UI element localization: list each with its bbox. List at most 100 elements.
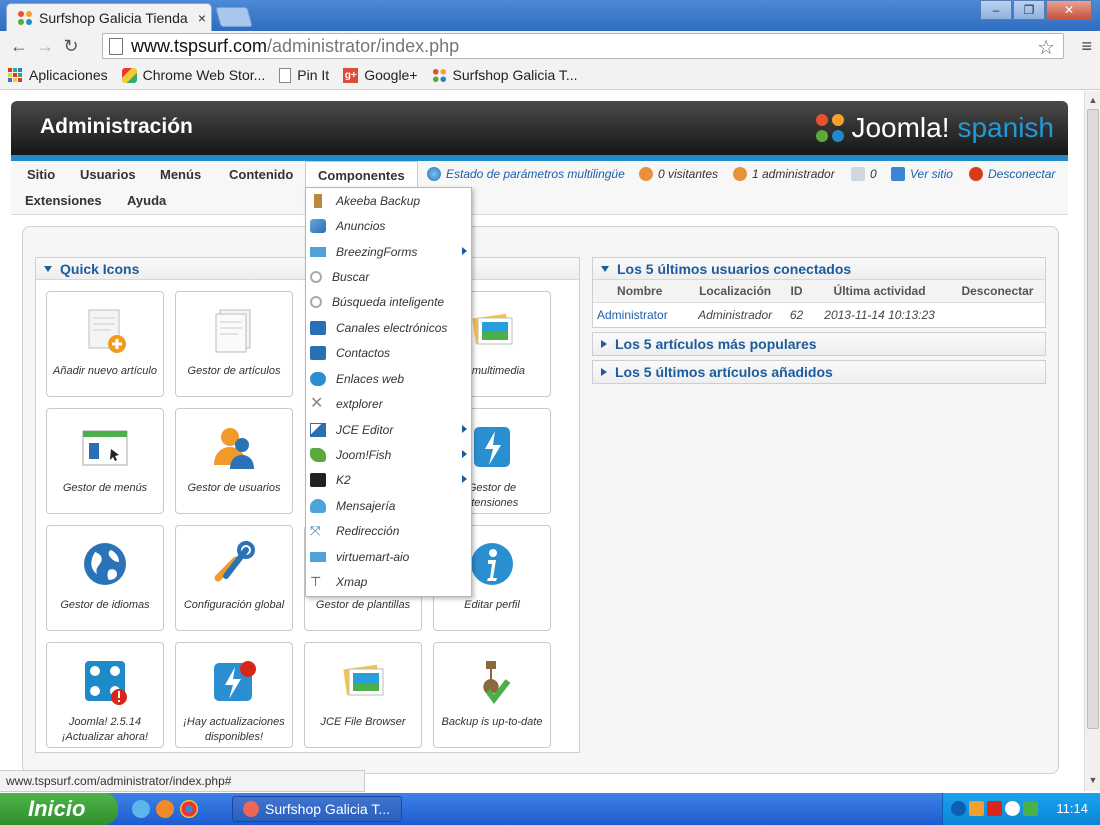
bookmark-star-icon[interactable]: ☆: [1037, 35, 1055, 60]
popular-articles-header[interactable]: Los 5 artículos más populares: [593, 333, 1045, 355]
tray-pdf-icon[interactable]: [987, 801, 1002, 816]
quick-icon-user-manager[interactable]: Gestor de usuarios: [175, 408, 293, 514]
page-scrollbar[interactable]: ▲ ▼: [1084, 91, 1100, 791]
scroll-down-icon[interactable]: ▼: [1087, 775, 1099, 787]
sitemap-icon: ⊤: [310, 573, 322, 589]
tray-star-icon[interactable]: [1005, 801, 1020, 816]
menu-item-k2[interactable]: K2: [306, 467, 471, 492]
latest-users-header[interactable]: Los 5 últimos usuarios conectados: [593, 258, 1045, 280]
expand-icon: [601, 340, 607, 348]
quick-icon-label: Gestor de usuarios: [187, 482, 281, 494]
tray-check-icon[interactable]: [1023, 801, 1038, 816]
menu-item-anuncios[interactable]: Anuncios: [306, 213, 471, 238]
minimize-icon[interactable]: –: [980, 0, 1012, 20]
user-name-link[interactable]: Administrator: [593, 303, 686, 328]
multilang-status-link[interactable]: Estado de parámetros multilingüe: [427, 167, 625, 181]
menu-item-virtuemart[interactable]: virtuemart-aio: [306, 544, 471, 569]
menu-item-canales[interactable]: Canales electrónicos: [306, 315, 471, 340]
tray-arrow-icon[interactable]: [951, 801, 966, 816]
ie-icon[interactable]: [132, 800, 150, 818]
menu-item-xmap[interactable]: ⊤ Xmap: [306, 569, 471, 594]
close-window-icon[interactable]: ✕: [1046, 0, 1092, 20]
forward-icon[interactable]: →: [32, 36, 58, 57]
menu-item-redireccion[interactable]: ⤧ Redirección: [306, 518, 471, 543]
menu-item-akeeba-backup[interactable]: Akeeba Backup: [306, 188, 471, 213]
view-site-link[interactable]: Ver sitio: [891, 167, 953, 181]
new-tab-button[interactable]: [215, 7, 253, 27]
joomla-favicon-icon: [17, 10, 33, 26]
admins-status: 1 administrador: [733, 167, 835, 181]
latest-articles-header[interactable]: Los 5 últimos artículos añadidos: [593, 361, 1045, 383]
latest-users-panel: Los 5 últimos usuarios conectados Nombre…: [592, 257, 1046, 328]
firefox-icon[interactable]: [156, 800, 174, 818]
browser-tab[interactable]: Surfshop Galicia Tienda ×: [6, 3, 212, 31]
menu-item-joomfish[interactable]: Joom!Fish: [306, 442, 471, 467]
chrome-icon: [243, 801, 259, 817]
quick-icon-add-article[interactable]: Añadir nuevo artículo: [46, 291, 164, 397]
chrome-menu-icon[interactable]: ≡: [1081, 36, 1092, 57]
address-bar[interactable]: www.tspsurf.com/administrator/index.php …: [102, 33, 1064, 59]
menu-item-busqueda-inteligente[interactable]: Búsqueda inteligente: [306, 289, 471, 314]
bookmark-pin-it[interactable]: Pin It: [279, 67, 329, 83]
logo-language: spanish: [957, 112, 1054, 143]
menu-item-label: Contactos: [336, 345, 391, 360]
quick-icon-updates[interactable]: ¡Hay actualizaciones disponibles!: [175, 642, 293, 748]
messages-status[interactable]: 0: [851, 167, 877, 181]
quick-icon-backup[interactable]: Backup is up-to-date: [433, 642, 551, 748]
window-controls: – ❐ ✕: [979, 0, 1092, 20]
messaging-icon: [310, 498, 326, 513]
menu-item-extplorer[interactable]: ✕ extplorer: [306, 391, 471, 416]
article-manager-icon: [210, 306, 258, 354]
menu-item-contactos[interactable]: Contactos: [306, 340, 471, 365]
apps-grid-icon: [8, 67, 23, 83]
quick-icon-global-config[interactable]: Configuración global: [175, 525, 293, 631]
joomla-favicon-icon: [432, 68, 447, 83]
bookmark-chrome-store[interactable]: Chrome Web Stor...: [121, 67, 265, 83]
menu-ayuda[interactable]: Ayuda: [127, 193, 166, 208]
menu-sitio[interactable]: Sitio: [27, 167, 55, 182]
profile-icon: [468, 540, 516, 588]
menu-menus[interactable]: Menús: [160, 167, 201, 182]
start-button[interactable]: Inicio: [0, 793, 118, 825]
scroll-up-icon[interactable]: ▲: [1087, 95, 1099, 107]
menu-item-breezingforms[interactable]: BreezingForms: [306, 239, 471, 264]
restore-icon[interactable]: ❐: [1013, 0, 1045, 20]
table-cell[interactable]: [950, 303, 1045, 328]
reload-icon[interactable]: ↻: [58, 36, 84, 57]
menu-item-jce-editor[interactable]: JCE Editor: [306, 417, 471, 442]
quick-icon-label: Gestor de artículos: [187, 365, 281, 377]
menu-item-label: extplorer: [336, 396, 383, 411]
close-tab-icon[interactable]: ×: [193, 10, 211, 26]
menu-usuarios[interactable]: Usuarios: [80, 167, 136, 182]
quick-icon-jce-file-browser[interactable]: JCE File Browser: [304, 642, 422, 748]
joomla-update-icon: [81, 657, 129, 705]
menu-item-buscar[interactable]: Buscar: [306, 264, 471, 289]
menu-item-mensajeria[interactable]: Mensajería: [306, 493, 471, 518]
bookmark-surfshop[interactable]: Surfshop Galicia T...: [432, 67, 578, 83]
tray-app-icon[interactable]: [969, 801, 984, 816]
menu-item-enlaces-web[interactable]: Enlaces web: [306, 366, 471, 391]
quick-icon-joomla-update[interactable]: Joomla! 2.5.14 ¡Actualizar ahora!: [46, 642, 164, 748]
menu-item-label: JCE Editor: [336, 422, 394, 437]
quick-icon-article-manager[interactable]: Gestor de artículos: [175, 291, 293, 397]
quick-icon-menu-manager[interactable]: Gestor de menús: [46, 408, 164, 514]
config-icon: [210, 540, 258, 588]
bookmark-label: Surfshop Galicia T...: [452, 67, 578, 83]
table-cell: Administrador: [698, 308, 773, 322]
taskbar-window-button[interactable]: Surfshop Galicia T...: [232, 796, 402, 822]
menu-extensiones[interactable]: Extensiones: [25, 193, 102, 208]
menu-contenido[interactable]: Contenido: [229, 167, 293, 182]
bookmark-apps[interactable]: Aplicaciones: [8, 67, 108, 83]
quick-icon-label: Editar perfil: [464, 599, 520, 611]
back-icon[interactable]: ←: [6, 36, 32, 57]
mail-icon: [851, 167, 865, 181]
menu-componentes[interactable]: Componentes: [305, 161, 418, 189]
chrome-icon[interactable]: [180, 800, 198, 818]
logout-link[interactable]: Desconectar: [969, 167, 1055, 181]
scroll-thumb[interactable]: [1087, 109, 1099, 729]
quick-icon-language-manager[interactable]: Gestor de idiomas: [46, 525, 164, 631]
bookmark-google-plus[interactable]: g+ Google+: [343, 67, 418, 83]
menu-item-label: Búsqueda inteligente: [332, 294, 445, 309]
language-icon: [81, 540, 129, 588]
weblinks-icon: [310, 371, 326, 386]
